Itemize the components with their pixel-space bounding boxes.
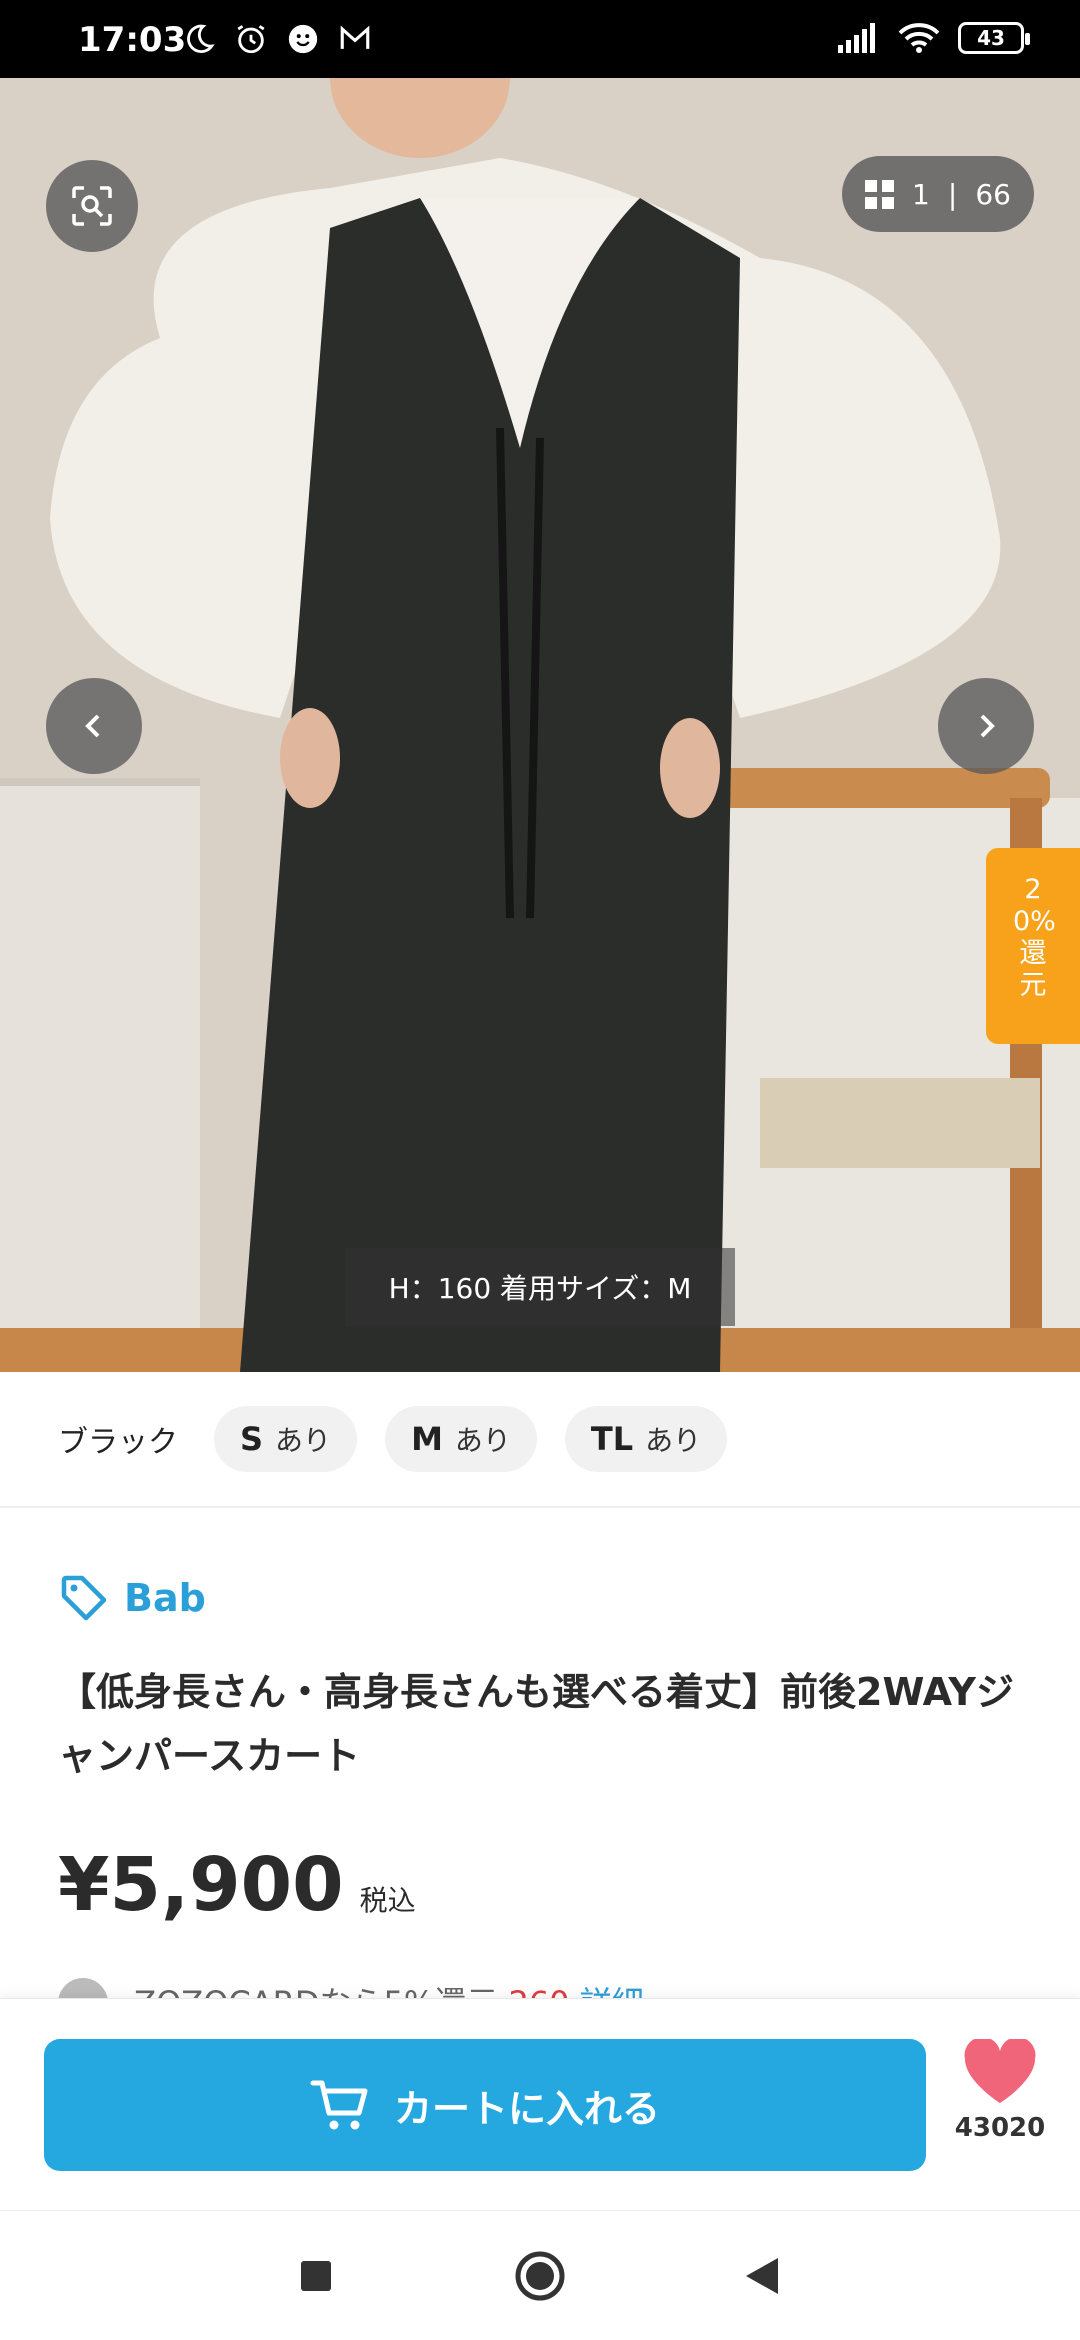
card-rebate-line[interactable]: ZOZOCARDなら5%還元 260 詳細 xyxy=(58,1978,758,1998)
color-label: ブラック xyxy=(58,1425,178,1460)
chevron-left-icon xyxy=(85,714,100,738)
brand-link[interactable]: Bab xyxy=(58,1572,206,1624)
add-to-cart-label: カートに入れる xyxy=(393,2086,660,2131)
card-rebate-detail-link[interactable]: 詳細 xyxy=(580,1984,644,1998)
size-label: S xyxy=(240,1420,264,1458)
size-availability: あり xyxy=(645,1424,702,1457)
product-title: 【低身長さん・高身長さんも選べる着丈】前後2WAYジャンパースカート xyxy=(58,1670,1014,1778)
status-bar: 17:03 43 xyxy=(0,0,1080,78)
size-chip-tl[interactable]: TL あり xyxy=(564,1406,728,1472)
image-counter-current: 1 xyxy=(912,177,930,211)
signal-icon xyxy=(838,23,875,53)
heart-icon xyxy=(964,2037,1036,2103)
variant-row: ブラック S あり M あり TL あり xyxy=(0,1372,1080,1508)
status-icons-right: 43 xyxy=(838,22,1030,54)
next-image-button[interactable] xyxy=(938,678,1034,774)
image-counter-button[interactable]: 1 | 66 xyxy=(842,156,1034,232)
model-size-caption: H：160 着用サイズ：M xyxy=(345,1248,735,1326)
moon-icon xyxy=(187,24,215,53)
face-icon xyxy=(288,24,318,54)
card-rebate-text: ZOZOCARDなら5%還元 xyxy=(134,1984,498,1998)
image-counter-separator: | xyxy=(947,177,958,211)
image-search-icon xyxy=(72,186,112,226)
triangle-back-icon xyxy=(746,2258,778,2294)
home-button[interactable] xyxy=(480,2211,600,2340)
favorite-count: 43020 xyxy=(954,2113,1046,2143)
image-search-button[interactable] xyxy=(46,160,138,252)
tag-icon xyxy=(61,1575,107,1621)
product-photo xyxy=(0,78,1080,1372)
wifi-icon xyxy=(898,23,940,53)
size-chip-m[interactable]: M あり xyxy=(385,1406,537,1472)
alarm-icon xyxy=(237,25,265,54)
previous-image-button[interactable] xyxy=(46,678,142,774)
image-counter-total: 66 xyxy=(975,177,1011,211)
size-availability: あり xyxy=(454,1424,511,1457)
chevron-right-icon xyxy=(980,714,995,738)
favorite-button[interactable]: 43020 xyxy=(950,2037,1050,2143)
price-block: ¥5,900 税込 xyxy=(58,1842,416,1928)
circle-icon xyxy=(515,2251,565,2301)
card-rebate-points: 260 xyxy=(508,1984,569,1998)
size-chip-s[interactable]: S あり xyxy=(214,1406,358,1472)
grid-icon xyxy=(865,179,895,209)
system-navigation-bar xyxy=(0,2210,1080,2340)
status-time: 17:03 xyxy=(78,20,187,60)
product-image-gallery[interactable]: 1 | 66 20%還元 H：160 着用サイズ：M xyxy=(0,78,1080,1372)
size-label: TL xyxy=(590,1420,634,1458)
status-icons-left xyxy=(182,22,372,56)
size-availability: あり xyxy=(275,1424,332,1457)
add-to-cart-button[interactable]: カートに入れる xyxy=(44,2039,926,2171)
rebate-tab[interactable]: 20%還元 xyxy=(986,848,1080,1044)
back-button[interactable] xyxy=(702,2211,822,2340)
size-label: M xyxy=(411,1420,443,1458)
cart-icon xyxy=(310,2080,368,2130)
battery-icon: 43 xyxy=(958,22,1030,54)
bottom-action-bar: カートに入れる 43020 xyxy=(0,1998,1080,2210)
battery-level: 43 xyxy=(977,26,1005,50)
mail-icon xyxy=(340,25,370,49)
brand-name: Bab xyxy=(124,1576,206,1620)
tax-label: 税込 xyxy=(359,1884,416,1917)
recent-apps-button[interactable] xyxy=(256,2211,376,2340)
rebate-label: 20%還元 xyxy=(1013,874,1056,1001)
price-value: ¥5,900 xyxy=(58,1842,344,1928)
card-badge-icon xyxy=(58,1978,108,1998)
square-icon xyxy=(301,2261,331,2291)
